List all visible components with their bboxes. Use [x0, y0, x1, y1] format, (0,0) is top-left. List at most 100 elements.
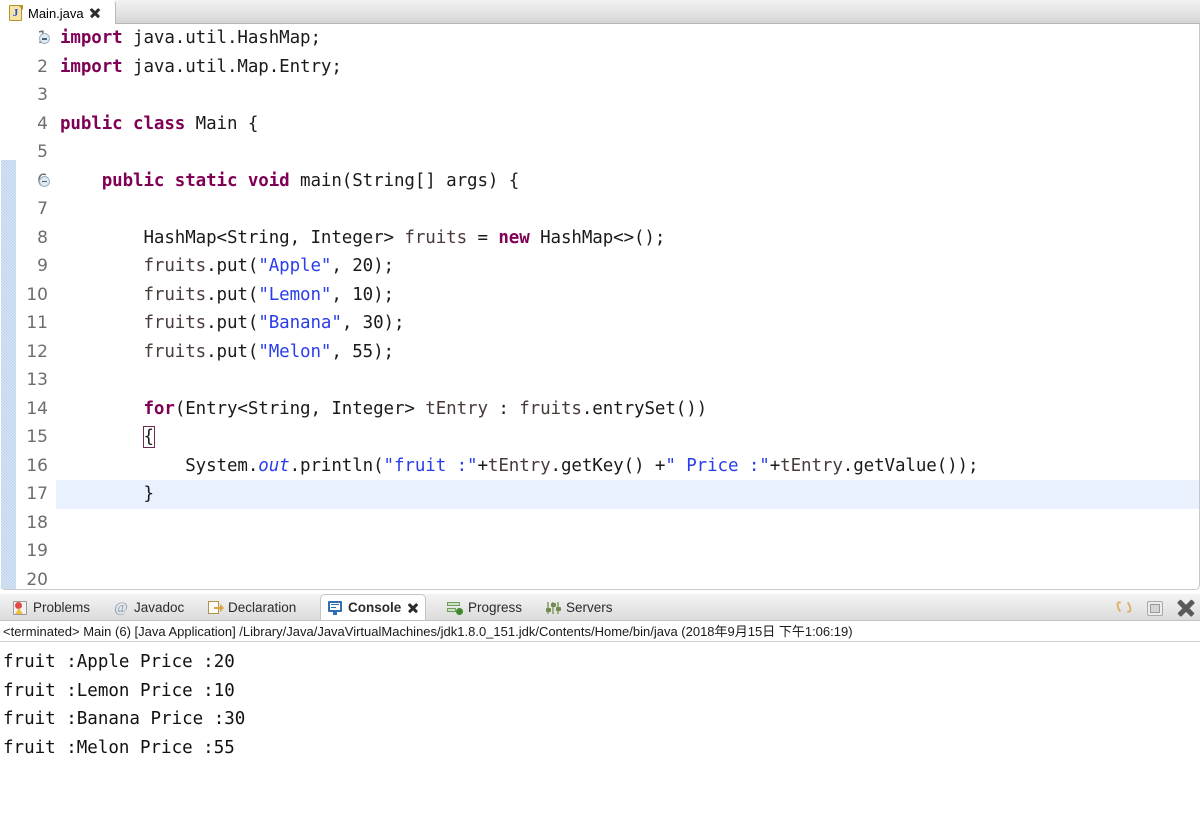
token-kw: import	[60, 28, 123, 48]
close-icon[interactable]	[89, 7, 102, 20]
fold-collapse-icon[interactable]	[39, 175, 50, 187]
code-line-4[interactable]: 4 public class Main {	[0, 110, 1199, 139]
line-number: 5	[37, 142, 48, 162]
console-icon	[327, 600, 343, 616]
token-str: "Banana"	[258, 313, 342, 333]
code-line-14[interactable]: 14 for(Entry<String, Integer> tEntry : f…	[0, 395, 1199, 424]
token-plain: Main {	[185, 113, 259, 134]
token-fld: fruits	[143, 313, 207, 333]
code-line-5[interactable]: 5	[0, 138, 1199, 167]
view-tab-problems[interactable]: Problems	[5, 594, 97, 621]
token-str: "Apple"	[258, 256, 332, 276]
token-kw: public static void	[101, 170, 290, 191]
code-text[interactable]: fruits.put("Lemon", 10);	[60, 281, 395, 310]
token-fld: fruits	[143, 256, 207, 276]
view-tab-label: Declaration	[228, 600, 297, 615]
java-file-letter: J	[12, 7, 19, 19]
close-icon[interactable]	[1176, 598, 1196, 618]
code-text[interactable]: }	[60, 480, 154, 509]
code-line-1[interactable]: 1import java.util.HashMap;	[0, 24, 1199, 53]
close-icon[interactable]	[406, 601, 419, 614]
line-number: 12	[26, 341, 48, 362]
line-number: 10	[26, 284, 48, 305]
code-text[interactable]: public class Main {	[60, 110, 258, 139]
code-text[interactable]: import java.util.HashMap;	[60, 24, 321, 53]
code-lines[interactable]: 1import java.util.HashMap; 2 import java.u…	[0, 24, 1199, 590]
token-fld: fruits	[519, 398, 582, 419]
token-fld: fruits	[143, 341, 207, 362]
code-line-7[interactable]: 7	[0, 195, 1199, 224]
view-tab-label: Javadoc	[134, 600, 185, 615]
token-plain: java.util.HashMap;	[122, 28, 321, 48]
code-text[interactable]: for(Entry<String, Integer> tEntry : frui…	[60, 395, 708, 424]
code-line-2[interactable]: 2 import java.util.Map.Entry;	[0, 53, 1199, 82]
code-line-11[interactable]: 11 fruits.put("Banana", 30);	[0, 309, 1199, 338]
token-fld: tEntry	[425, 398, 488, 419]
view-tab-servers[interactable]: Servers	[538, 594, 620, 621]
view-tab-javadoc[interactable]: @ Javadoc	[106, 594, 191, 621]
code-editor[interactable]: 1import java.util.HashMap; 2 import java.u…	[0, 24, 1200, 590]
code-text[interactable]: HashMap<String, Integer> fruits = new Ha…	[60, 224, 665, 253]
token-fld: fruits	[404, 227, 468, 248]
code-text[interactable]: System.out.println("fruit :"+tEntry.getK…	[60, 452, 978, 481]
code-text[interactable]: fruits.put("Melon", 55);	[60, 338, 395, 367]
fold-collapse-icon[interactable]	[39, 33, 50, 44]
line-number: 8	[37, 227, 48, 248]
view-tab-label: Problems	[33, 600, 91, 615]
view-tab-console[interactable]: Console	[320, 594, 427, 621]
line-number: 2	[37, 56, 48, 77]
view-tab-label: Console	[348, 600, 402, 615]
editor-tab-bar: J Main.java	[0, 0, 1200, 24]
code-line-18[interactable]: 18	[0, 509, 1199, 538]
view-tab-label: Progress	[468, 600, 523, 615]
line-number: 15	[26, 427, 48, 447]
token-plain: :	[487, 398, 520, 419]
eclipse-window: J Main.java 1import java.util.HashMap; 2i…	[0, 0, 1200, 817]
code-line-19[interactable]: 19	[0, 537, 1199, 566]
code-line-13[interactable]: 13	[0, 366, 1199, 395]
view-tab-progress[interactable]: Progress	[440, 594, 529, 621]
code-text[interactable]: {	[60, 423, 155, 452]
console-output[interactable]: fruit :Apple Price :20 fruit :Lemon Pric…	[0, 642, 1200, 817]
code-line-8[interactable]: 8 HashMap<String, Integer> fruits = new …	[0, 224, 1199, 253]
editor-tab-main-java[interactable]: J Main.java	[0, 0, 116, 24]
code-text[interactable]: fruits.put("Banana", 30);	[60, 309, 405, 338]
view-tab-bar[interactable]: Problems @ Javadoc Declaration Console Progre…	[0, 594, 1200, 621]
token-plain: =	[467, 227, 499, 248]
code-line-12[interactable]: 12 fruits.put("Melon", 55);	[0, 338, 1199, 367]
token-kw: import	[60, 56, 123, 77]
code-text[interactable]: fruits.put("Apple", 20);	[60, 252, 395, 281]
code-text[interactable]: public static void main(String[] args) {	[60, 167, 520, 196]
code-line-6[interactable]: 6 public static void main(String[] args)…	[0, 167, 1199, 196]
editor-tab-label: Main.java	[28, 5, 84, 21]
code-line-20[interactable]: 20	[0, 566, 1199, 590]
code-text[interactable]: import java.util.Map.Entry;	[60, 53, 342, 82]
code-line-3[interactable]: 3	[0, 81, 1199, 110]
line-number: 13	[26, 370, 48, 390]
token-plain: System.	[60, 455, 259, 476]
code-line-17[interactable]: 17 }	[0, 480, 1199, 509]
code-line-10[interactable]: 10 fruits.put("Lemon", 10);	[0, 281, 1199, 310]
token-fld: tEntry	[487, 455, 551, 476]
javadoc-icon: @	[114, 599, 128, 616]
token-plain: .put(	[206, 256, 259, 276]
view-tab-declaration[interactable]: Declaration	[200, 594, 303, 621]
token-plain: .entrySet())	[581, 398, 708, 419]
token-kw: for	[143, 398, 175, 419]
line-number: 3	[37, 85, 48, 105]
code-line-16[interactable]: 16 System.out.println("fruit :"+tEntry.g…	[0, 452, 1199, 481]
token-str: "Lemon"	[258, 284, 332, 305]
bottom-view-stack: Problems @ Javadoc Declaration Console Progre…	[0, 594, 1200, 817]
line-number: 9	[37, 256, 48, 276]
pin-console-icon[interactable]	[1115, 598, 1136, 618]
line-number: 19	[26, 541, 48, 561]
java-file-icon: J	[9, 5, 23, 21]
token-plain: .put(	[206, 341, 259, 362]
minimize-icon[interactable]	[1146, 598, 1166, 618]
code-line-9[interactable]: 9 fruits.put("Apple", 20);	[0, 252, 1199, 281]
code-line-15[interactable]: 15 {	[0, 423, 1199, 452]
